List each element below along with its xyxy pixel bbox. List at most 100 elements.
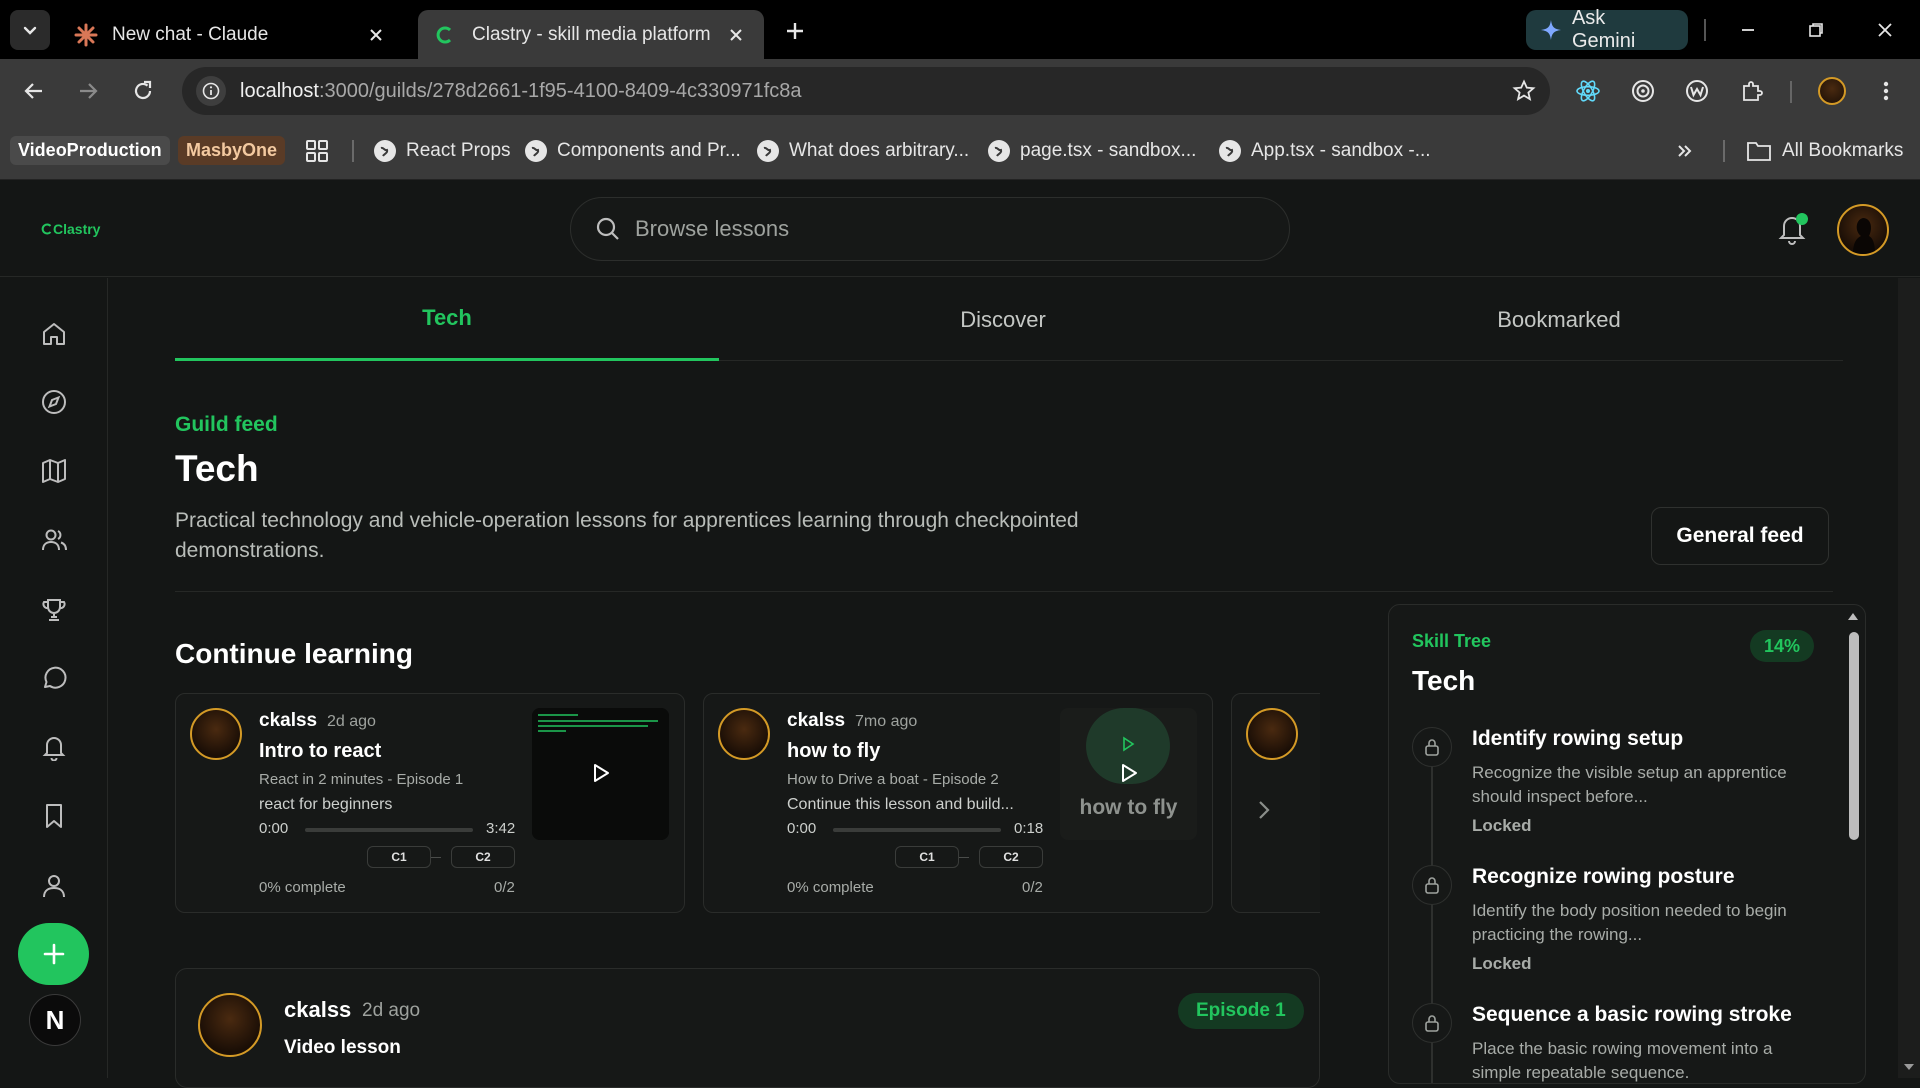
bookmark-item[interactable]: React Props — [374, 136, 511, 166]
bookmark-item[interactable]: Components and Pr... — [525, 136, 741, 166]
author-avatar[interactable] — [190, 708, 242, 760]
browser-tab-claude[interactable]: New chat - Claude — [58, 10, 404, 59]
page-scrollbar[interactable] — [1898, 278, 1920, 1078]
address-bar[interactable]: localhost:3000/guilds/278d2661-1f95-4100… — [182, 67, 1550, 115]
author-name[interactable]: ckalss — [259, 710, 317, 732]
author-avatar[interactable] — [1246, 708, 1298, 760]
general-feed-button[interactable]: General feed — [1651, 507, 1829, 565]
globe-icon — [757, 140, 779, 162]
checkpoint-chip[interactable]: C1 — [367, 846, 431, 868]
tab-search-button[interactable] — [10, 10, 50, 50]
bookmark-item[interactable]: What does arbitrary... — [757, 136, 969, 166]
user-avatar[interactable] — [1837, 204, 1889, 256]
minimize-button[interactable] — [1728, 14, 1768, 46]
kebab-menu-icon[interactable] — [1870, 75, 1902, 107]
tab-tech[interactable]: Tech — [175, 278, 719, 361]
react-devtools-icon[interactable] — [1572, 75, 1604, 107]
back-button[interactable] — [18, 75, 50, 107]
profile-avatar[interactable] — [1816, 75, 1848, 107]
skill-name[interactable]: Sequence a basic rowing stroke — [1472, 1003, 1792, 1027]
url-host: localhost — [240, 79, 319, 102]
close-tab-icon[interactable] — [364, 23, 388, 47]
checkpoint-chip[interactable]: C2 — [979, 846, 1043, 868]
ask-gemini-button[interactable]: Ask Gemini — [1526, 7, 1688, 52]
lesson-title[interactable]: Intro to react — [259, 740, 381, 763]
progress-bar[interactable] — [305, 828, 473, 832]
author-avatar[interactable] — [718, 708, 770, 760]
tab-bookmarked[interactable]: Bookmarked — [1287, 278, 1831, 361]
bookmark-star-icon[interactable] — [1512, 79, 1536, 103]
continue-learning-carousel: ckalss 2d ago Intro to react React in 2 … — [175, 693, 1320, 913]
apps-grid-button[interactable] — [305, 136, 329, 166]
skill-node[interactable] — [1412, 865, 1452, 905]
guild-feed-label: Guild feed — [175, 413, 278, 436]
lesson-title[interactable]: how to fly — [787, 740, 880, 763]
author-avatar[interactable] — [198, 993, 262, 1057]
toolbar-divider — [1790, 81, 1792, 103]
guild-description: Practical technology and vehicle-operati… — [175, 509, 1079, 562]
nav-discover[interactable] — [38, 386, 70, 418]
lesson-card[interactable] — [1231, 693, 1320, 913]
scroll-down-arrow-icon[interactable] — [1903, 1062, 1915, 1072]
skill-tree-scroll-thumb[interactable] — [1849, 632, 1859, 840]
close-window-button[interactable] — [1865, 14, 1905, 46]
close-tab-icon[interactable] — [724, 23, 748, 47]
target-extension-icon[interactable] — [1627, 75, 1659, 107]
progress-bar[interactable] — [833, 828, 1001, 832]
nav-achievements[interactable] — [38, 594, 70, 626]
nav-notifications[interactable] — [38, 731, 70, 763]
nav-home[interactable] — [38, 318, 70, 350]
forward-button[interactable] — [72, 75, 104, 107]
clastry-logo[interactable]: Clastry — [41, 221, 100, 237]
nav-bookmarks[interactable] — [38, 800, 70, 832]
skill-name[interactable]: Identify rowing setup — [1472, 727, 1683, 751]
more-bookmarks-button[interactable] — [1676, 136, 1694, 166]
feed-post[interactable]: ckalss 2d ago Video lesson Episode 1 — [175, 968, 1320, 1088]
search-input[interactable] — [635, 216, 1235, 242]
bookmark-item[interactable]: App.tsx - sandbox -... — [1219, 136, 1431, 166]
nav-guilds[interactable] — [38, 524, 70, 556]
w-extension-icon[interactable] — [1681, 75, 1713, 107]
checkpoint-chip[interactable]: C1 — [895, 846, 959, 868]
compass-icon — [42, 390, 66, 414]
bookmark-label: Components and Pr... — [557, 140, 741, 161]
tab-discover[interactable]: Discover — [731, 278, 1275, 361]
nav-messages[interactable] — [38, 663, 70, 695]
carousel-next-button[interactable] — [1252, 798, 1276, 822]
play-icon[interactable] — [589, 762, 611, 784]
bookmark-item[interactable]: page.tsx - sandbox... — [988, 136, 1196, 166]
skill-node[interactable] — [1412, 1003, 1452, 1043]
new-tab-button[interactable] — [780, 16, 810, 46]
gemini-sparkle-icon — [1540, 20, 1561, 40]
browser-tab-clastry[interactable]: Clastry - skill media platform — [418, 10, 764, 59]
skill-node[interactable] — [1412, 727, 1452, 767]
lesson-card[interactable]: ckalss 7mo ago how to fly How to Drive a… — [703, 693, 1213, 913]
reload-button[interactable] — [127, 75, 159, 107]
extensions-puzzle-icon[interactable] — [1736, 75, 1768, 107]
checkpoint-chip[interactable]: C2 — [451, 846, 515, 868]
site-info-icon[interactable] — [196, 76, 226, 106]
minimize-icon — [1742, 29, 1754, 31]
author-name[interactable]: ckalss — [284, 997, 351, 1023]
url-path: :3000/guilds/278d2661-1f95-4100-8409-4c3… — [318, 79, 802, 102]
restore-button[interactable] — [1796, 14, 1836, 46]
author-name[interactable]: ckalss — [787, 710, 845, 732]
scroll-up-arrow-icon[interactable] — [1846, 610, 1860, 622]
bookmarks-bar: VideoProduction MasbyOne React Props Com… — [0, 122, 1920, 180]
nav-profile[interactable] — [38, 870, 70, 902]
lesson-thumbnail[interactable]: how to fly — [1060, 708, 1197, 840]
globe-icon — [525, 140, 547, 162]
bookmark-videoproduction[interactable]: VideoProduction — [10, 136, 170, 165]
n-badge-button[interactable]: N — [29, 994, 81, 1046]
lesson-thumbnail[interactable] — [532, 708, 669, 840]
bookmark-masbyone[interactable]: MasbyOne — [178, 136, 286, 165]
play-icon[interactable] — [1117, 762, 1139, 784]
lesson-card[interactable]: ckalss 2d ago Intro to react React in 2 … — [175, 693, 685, 913]
create-button[interactable] — [18, 923, 89, 985]
search-bar[interactable] — [570, 197, 1290, 261]
nav-map[interactable] — [38, 455, 70, 487]
claude-logo-icon — [74, 23, 98, 47]
all-bookmarks-button[interactable]: All Bookmarks — [1746, 136, 1903, 166]
skill-name[interactable]: Recognize rowing posture — [1472, 865, 1735, 889]
notifications-button[interactable] — [1776, 211, 1808, 245]
